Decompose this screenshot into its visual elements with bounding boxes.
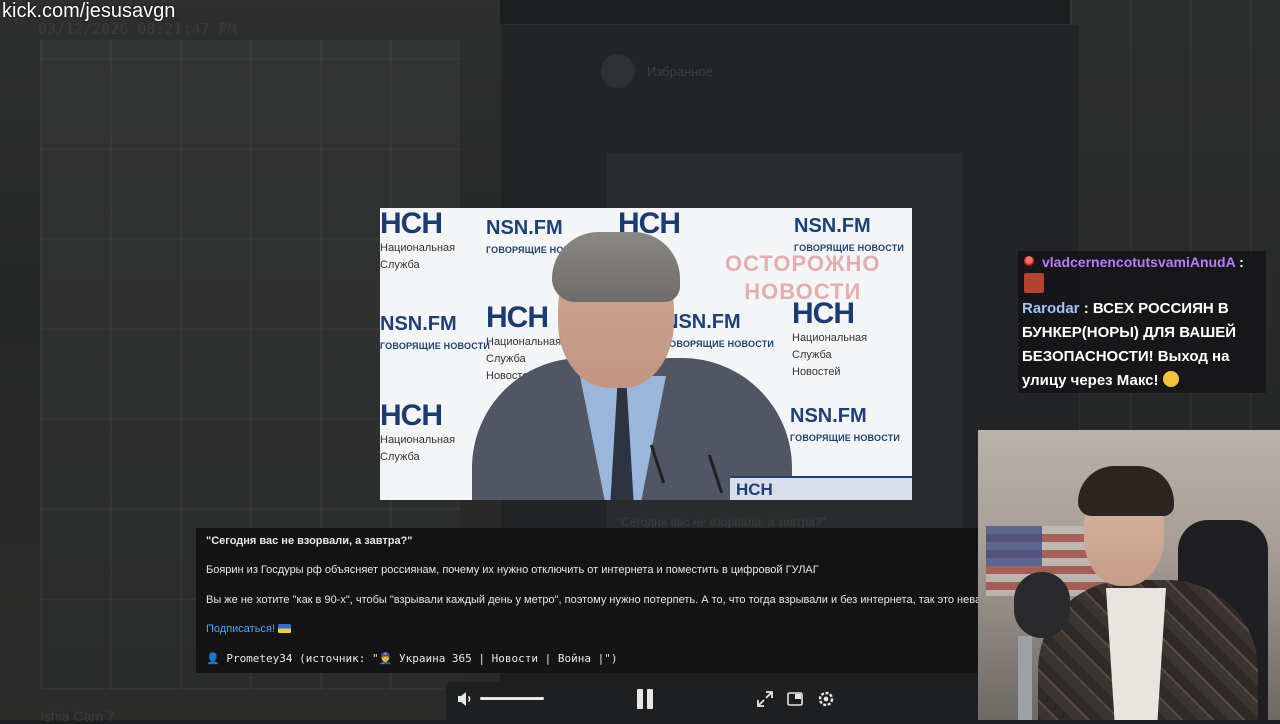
ukraine-flag-icon [277,624,291,633]
chat-overlay: vladcernencotutsvamiAnudA : Rarodar : ВС… [1018,251,1266,393]
ghost-post-caption: "Сегодня вас не взорвали, а завтра?" [617,515,826,529]
post-title: "Сегодня вас не взорвали, а завтра?" [206,535,413,547]
ghost-chat-header: Избранное [601,53,713,89]
chat-message: Rarodar : ВСЕХ РОССИЯН В БУНКЕР(НОРЫ) ДЛ… [1022,300,1237,389]
video-controls-bar [446,682,844,720]
ghost-bottom-label: Ishia Cam 7 [40,708,115,724]
streamer-shirt [1106,588,1166,720]
nsn-logo: NSN.FM ГОВОРЯЩИЕ НОВОСТИ [790,405,901,443]
speaker-hair [552,232,680,302]
chat-badge-icon [1024,256,1034,266]
gear-icon[interactable] [816,689,836,709]
channel-overlay-logo: ОСТОРОЖНО НОВОСТИ [725,251,881,304]
ghost-datetime: 03/12/2026 08:21:47 PM [38,20,237,38]
ghost-avatar [601,54,635,88]
expand-icon[interactable] [756,690,774,708]
background-flag-canton [986,526,1042,566]
post-text-panel: "Сегодня вас не взорвали, а завтра?" Боя… [196,528,979,673]
post-source: 👤 Prometey34 (источник: "👮 Украина 365 |… [206,652,618,665]
post-body-line: Боярин из Госдуры рф объясняет россиянам… [206,564,819,576]
nch-logo: НСН Национальная Служба Новостей [792,297,868,379]
post-body-line: Вы же не хотите "как в 90-х", чтобы "взр… [206,594,979,606]
streamer-hair [1078,466,1174,516]
nch-logo: НСН Национальная Служба [380,399,456,464]
nsn-logo: NSN.FM ГОВОРЯЩИЕ НОВОСТИ [664,311,775,349]
microphone-icon [1014,572,1070,638]
news-video-player[interactable]: НСН Национальная Служба NSN.FM ГОВОРЯЩИЕ … [380,208,912,500]
volume-slider[interactable] [480,697,544,700]
chat-username[interactable]: vladcernencotutsvamiAnudA : [1042,250,1244,274]
picture-in-picture-icon[interactable] [786,690,804,708]
ghost-chat-title: Избранное [647,63,713,79]
mic-arm [1018,636,1032,720]
streamer-webcam [978,430,1280,720]
chat-username[interactable]: Rarodar [1022,300,1080,317]
nsn-logo: NSN.FM ГОВОРЯЩИЕ НОВОСТИ [380,313,491,351]
pause-icon[interactable] [636,689,654,709]
news-lower-third: НСН [730,476,912,500]
user-avatar-icon [1024,273,1044,293]
volume-icon[interactable] [456,690,474,708]
nch-logo: НСН Национальная Служба [380,208,456,272]
subscribe-link[interactable]: Подписаться! [206,623,291,635]
hugging-face-emoji-icon [1162,371,1179,387]
